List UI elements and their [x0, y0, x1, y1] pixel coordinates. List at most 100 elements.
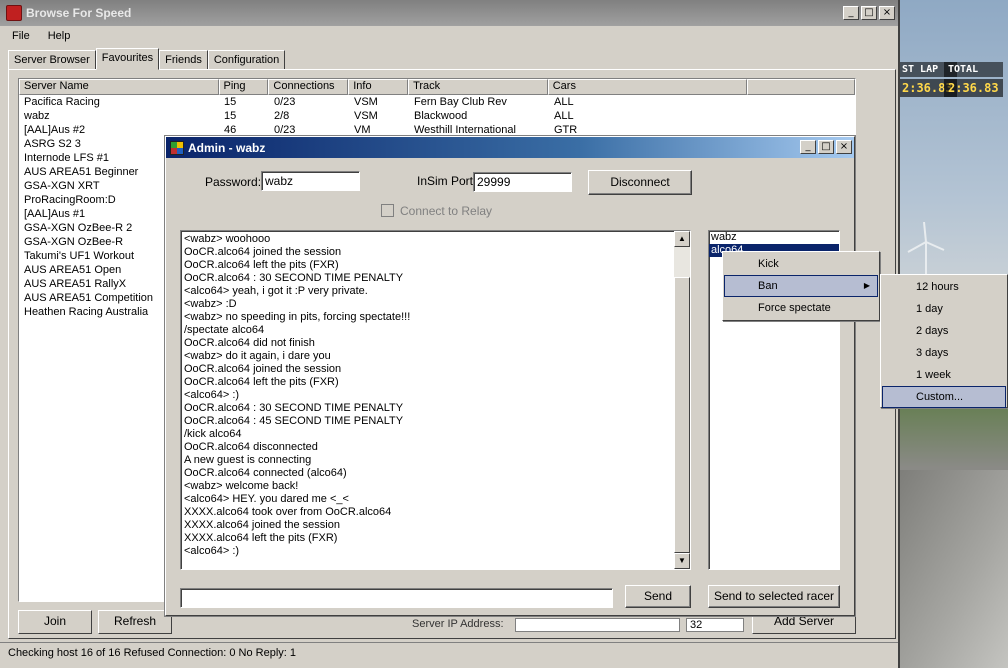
chat-line: <alco64> :): [184, 545, 240, 557]
table-cell: ALL: [554, 96, 574, 108]
refresh-button[interactable]: Refresh: [98, 610, 172, 634]
table-cell: wabz: [24, 110, 50, 122]
menu-file[interactable]: File: [12, 30, 30, 42]
tab-strip: Server Browser Favourites Friends Config…: [8, 48, 286, 70]
minimize-button[interactable]: _: [843, 6, 859, 20]
column-header-connections[interactable]: Connections: [268, 79, 349, 95]
scroll-down-icon[interactable]: ▼: [674, 553, 690, 569]
admin-titlebar[interactable]: Admin - wabz: [166, 137, 854, 158]
menu-bar: File Help: [0, 26, 898, 46]
column-header-info[interactable]: Info: [348, 79, 409, 95]
relay-checkbox[interactable]: [381, 204, 394, 217]
column-header-ping[interactable]: Ping: [218, 79, 269, 95]
ban-12-hours[interactable]: 12 hours: [882, 276, 1006, 298]
admin-title: Admin - wabz: [188, 140, 266, 155]
table-cell: Blackwood: [414, 110, 468, 122]
table-cell: Fern Bay Club Rev: [414, 96, 507, 108]
chat-line: <wabz> do it again, i dare you: [184, 350, 331, 362]
menu-item-ban[interactable]: Ban ▶: [724, 275, 878, 297]
menu-item-kick[interactable]: Kick: [724, 253, 878, 275]
table-cell: ALL: [554, 110, 574, 122]
chat-line: XXXX.alco64 took over from OoCR.alco64: [184, 506, 392, 518]
send-button[interactable]: Send: [625, 585, 691, 608]
table-row[interactable]: Pacifica Racing 15 0/23 VSM Fern Bay Club Re…: [19, 95, 855, 109]
table-cell: VM: [354, 124, 371, 136]
chat-line: <alco64> :): [184, 389, 240, 401]
chat-line: /kick alco64: [184, 428, 242, 440]
table-cell: VSM: [354, 96, 378, 108]
server-ip-field[interactable]: [515, 618, 680, 632]
table-cell: 15: [224, 110, 237, 122]
ban-custom[interactable]: Custom...: [882, 386, 1006, 408]
insim-port-field[interactable]: 29999: [473, 172, 572, 192]
chat-line: OoCR.alco64 : 30 SECOND TIME PENALTY: [184, 272, 404, 284]
chat-line: <wabz> :D: [184, 298, 237, 310]
menu-help[interactable]: Help: [48, 30, 71, 42]
table-cell: 46: [224, 124, 237, 136]
chat-line: OoCR.alco64 joined the session: [184, 363, 342, 375]
send-to-racer-button[interactable]: Send to selected racer: [708, 585, 840, 608]
column-header-filler: [747, 79, 855, 95]
close-button[interactable]: ×: [879, 6, 895, 20]
chat-log[interactable]: <wabz> woohooo OoCR.alco64 joined the ses…: [180, 230, 691, 570]
chat-line: OoCR.alco64 disconnected: [184, 441, 318, 453]
server-port-field[interactable]: 32: [686, 618, 744, 632]
chat-line: <wabz> no speeding in pits, forcing spec…: [184, 311, 411, 323]
total-label: TOTAL: [944, 62, 1003, 77]
status-bar: Checking host 16 of 16 Refused Connectio…: [0, 642, 898, 664]
scroll-thumb[interactable]: [674, 277, 690, 553]
column-header-cars[interactable]: Cars: [547, 79, 748, 95]
ban-3-days[interactable]: 3 days: [882, 342, 1006, 364]
table-cell: Westhill International: [414, 124, 516, 136]
chat-line: OoCR.alco64 : 30 SECOND TIME PENALTY: [184, 402, 404, 414]
admin-maximize-button[interactable]: □: [818, 140, 834, 154]
column-header-track[interactable]: Track: [408, 79, 548, 95]
join-button[interactable]: Join: [18, 610, 92, 634]
password-field[interactable]: wabz: [261, 171, 360, 191]
chat-line: <wabz> woohooo: [184, 233, 271, 245]
message-input[interactable]: [180, 588, 613, 608]
relay-label: Connect to Relay: [400, 204, 493, 218]
ban-1-day[interactable]: 1 day: [882, 298, 1006, 320]
submenu-arrow-icon: ▶: [863, 281, 870, 290]
chat-line: XXXX.alco64 left the pits (FXR): [184, 532, 338, 544]
total-time: 2:36.83: [944, 79, 1003, 97]
scroll-up-icon[interactable]: ▲: [674, 231, 690, 247]
race-hud: ST LAP 2:36.83 TOTAL 2:36.83: [898, 62, 1008, 102]
ban-1-week[interactable]: 1 week: [882, 364, 1006, 386]
chat-line: A new guest is connecting: [184, 454, 312, 466]
insim-port-label: InSim Port:: [417, 174, 477, 188]
chat-line: XXXX.alco64 joined the session: [184, 519, 340, 531]
table-row[interactable]: wabz 15 2/8 VSM Blackwood ALL: [19, 109, 855, 123]
admin-close-button[interactable]: ×: [836, 140, 852, 154]
app-title: Browse For Speed: [26, 6, 132, 20]
admin-window-controls: _ □ ×: [800, 140, 852, 154]
chat-line: OoCR.alco64 : 45 SECOND TIME PENALTY: [184, 415, 404, 427]
tab-configuration[interactable]: Configuration: [207, 50, 286, 70]
main-titlebar[interactable]: Browse For Speed: [0, 0, 898, 26]
table-row[interactable]: [AAL]Aus #2 46 0/23 VM Westhill Internationa…: [19, 123, 855, 137]
column-header-server-name[interactable]: Server Name: [19, 79, 219, 95]
tab-friends[interactable]: Friends: [159, 50, 208, 70]
disconnect-button[interactable]: Disconnect: [588, 170, 692, 195]
menu-item-force-spectate[interactable]: Force spectate: [724, 297, 878, 319]
admin-window-icon: [170, 140, 184, 155]
admin-dialog: Admin - wabz _ □ × Password: wabz InSim …: [165, 136, 855, 616]
server-ip-label: Server IP Address:: [412, 618, 504, 630]
racer-item[interactable]: wabz: [709, 231, 839, 244]
server-list-header: Server Name Ping Connections Info Track …: [19, 79, 855, 95]
table-cell: 2/8: [274, 110, 290, 122]
maximize-button[interactable]: □: [861, 6, 877, 20]
chat-line: OoCR.alco64 left the pits (FXR): [184, 376, 339, 388]
chat-line: OoCR.alco64 left the pits (FXR): [184, 259, 339, 271]
chat-log-lines: <wabz> woohooo OoCR.alco64 joined the ses…: [184, 233, 687, 558]
tab-server-browser[interactable]: Server Browser: [8, 50, 96, 70]
chat-log-scrollbar[interactable]: ▲ ▼: [674, 231, 690, 569]
total-panel: TOTAL 2:36.83: [944, 62, 1003, 97]
chat-line: /spectate alco64: [184, 324, 265, 336]
wind-turbine: [907, 222, 945, 282]
admin-minimize-button[interactable]: _: [800, 140, 816, 154]
chat-line: <wabz> welcome back!: [184, 480, 299, 492]
tab-favourites[interactable]: Favourites: [95, 48, 160, 70]
ban-2-days[interactable]: 2 days: [882, 320, 1006, 342]
